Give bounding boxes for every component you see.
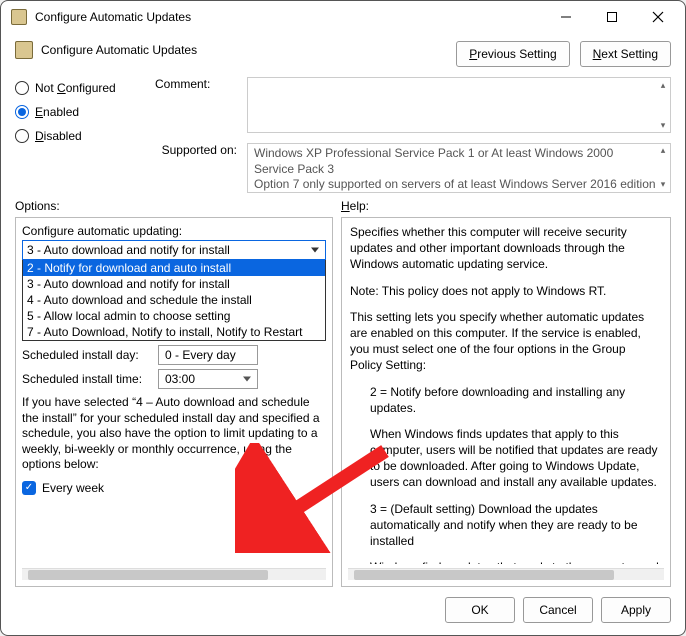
supported-textbox: Windows XP Professional Service Pack 1 o… <box>247 143 671 193</box>
radio-disabled[interactable]: Disabled <box>15 129 135 143</box>
scroll-down-icon[interactable]: ▾ <box>656 118 670 132</box>
dropdown-option[interactable]: 5 - Allow local admin to choose setting <box>23 308 325 324</box>
header-row: Configure Automatic Updates Previous Set… <box>1 33 685 71</box>
apply-button[interactable]: Apply <box>601 597 671 623</box>
close-button[interactable] <box>635 2 681 32</box>
scheduled-time-row: Scheduled install time: 03:00 <box>22 369 326 389</box>
supported-label: Supported on: <box>155 143 237 157</box>
comment-row: Comment: ▴ ▾ <box>155 77 671 133</box>
scheduled-time-label: Scheduled install time: <box>22 372 152 386</box>
radio-not-configured[interactable]: Not Configured <box>15 81 135 95</box>
policy-icon <box>15 41 33 59</box>
horizontal-scrollbar[interactable] <box>348 568 664 580</box>
main-panels: Configure automatic updating: 3 - Auto d… <box>1 217 685 587</box>
state-radio-group: Not Configured Enabled Disabled <box>15 77 135 193</box>
every-week-label: Every week <box>42 481 104 495</box>
panel-labels: Options: Help: <box>1 195 685 217</box>
upper-grid: Not Configured Enabled Disabled Comment:… <box>1 71 685 195</box>
nav-buttons: Previous Setting Next Setting <box>456 41 671 67</box>
scheduled-day-row: Scheduled install day: 0 - Every day <box>22 345 326 365</box>
every-week-row[interactable]: ✓ Every week <box>22 481 326 495</box>
comment-textbox[interactable]: ▴ ▾ <box>247 77 671 133</box>
dropdown-option[interactable]: 4 - Auto download and schedule the insta… <box>23 292 325 308</box>
policy-icon <box>11 9 27 25</box>
options-label: Options: <box>15 199 341 213</box>
cancel-button[interactable]: Cancel <box>523 597 593 623</box>
help-panel: Specifies whether this computer will rec… <box>341 217 671 587</box>
policy-title: Configure Automatic Updates <box>41 41 456 57</box>
help-label: Help: <box>341 199 671 213</box>
titlebar: Configure Automatic Updates <box>1 1 685 33</box>
scheduled-time-select[interactable]: 03:00 <box>158 369 258 389</box>
ok-button[interactable]: OK <box>445 597 515 623</box>
scheduled-day-label: Scheduled install day: <box>22 348 152 362</box>
horizontal-scrollbar[interactable] <box>22 568 326 580</box>
radio-icon <box>15 129 29 143</box>
scroll-up-icon[interactable]: ▴ <box>656 144 670 158</box>
options-panel: Configure automatic updating: 3 - Auto d… <box>15 217 333 587</box>
supported-text: Windows XP Professional Service Pack 1 o… <box>254 146 656 191</box>
supported-row: Supported on: Windows XP Professional Se… <box>155 143 671 193</box>
content-area: Configure Automatic Updates Previous Set… <box>1 33 685 635</box>
right-column: Comment: ▴ ▾ Supported on: Windows XP Pr… <box>155 77 671 193</box>
maximize-button[interactable] <box>589 2 635 32</box>
minimize-button[interactable] <box>543 2 589 32</box>
radio-icon <box>15 105 29 119</box>
dropdown-selected-value[interactable]: 3 - Auto download and notify for install <box>22 240 326 260</box>
radio-enabled[interactable]: Enabled <box>15 105 135 119</box>
configure-updating-label: Configure automatic updating: <box>22 224 326 238</box>
dropdown-option[interactable]: 3 - Auto download and notify for install <box>23 276 325 292</box>
dropdown-list: 2 - Notify for download and auto install… <box>22 260 326 341</box>
radio-icon <box>15 81 29 95</box>
scroll-down-icon[interactable]: ▾ <box>656 178 670 192</box>
previous-setting-button[interactable]: Previous Setting <box>456 41 569 67</box>
options-paragraph: If you have selected “4 – Auto download … <box>22 395 326 473</box>
scheduled-day-select[interactable]: 0 - Every day <box>158 345 258 365</box>
dialog-window: Configure Automatic Updates Configure Au… <box>0 0 686 636</box>
dropdown-option[interactable]: 7 - Auto Download, Notify to install, No… <box>23 324 325 340</box>
comment-label: Comment: <box>155 77 237 91</box>
next-setting-button[interactable]: Next Setting <box>580 41 671 67</box>
scroll-up-icon[interactable]: ▴ <box>656 78 670 92</box>
button-bar: OK Cancel Apply <box>1 587 685 635</box>
window-title: Configure Automatic Updates <box>35 10 543 24</box>
configure-updating-dropdown[interactable]: 3 - Auto download and notify for install… <box>22 240 326 341</box>
help-text: Specifies whether this computer will rec… <box>348 224 664 564</box>
dropdown-option[interactable]: 2 - Notify for download and auto install <box>23 260 325 276</box>
checkbox-checked-icon: ✓ <box>22 481 36 495</box>
